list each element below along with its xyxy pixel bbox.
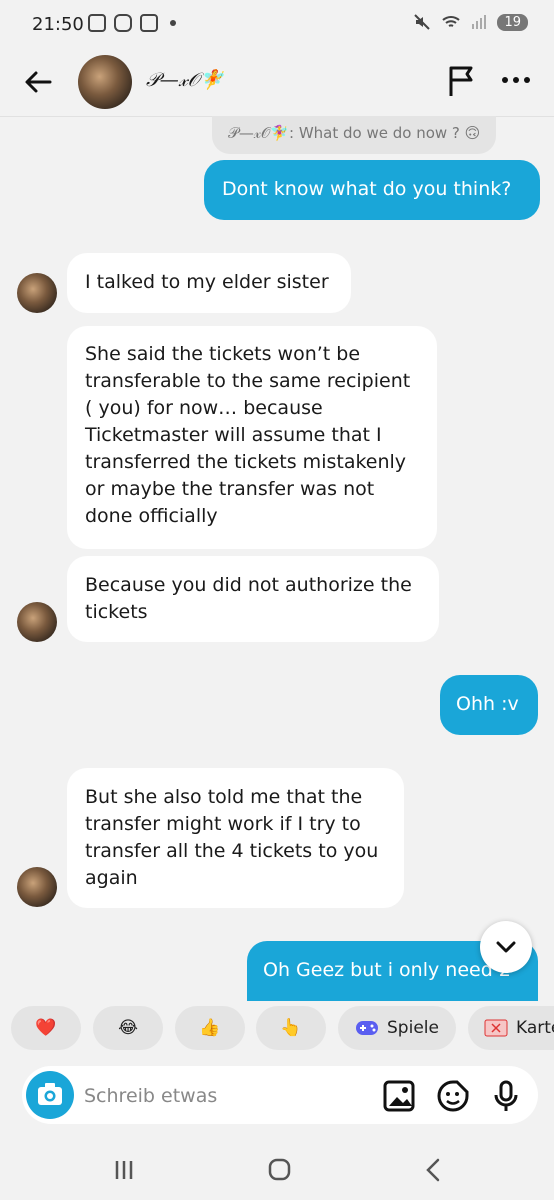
- scroll-down-button[interactable]: [480, 921, 532, 973]
- home-icon[interactable]: [259, 1152, 299, 1188]
- notification-icons: [88, 14, 176, 32]
- games-button[interactable]: Spiele: [338, 1006, 456, 1050]
- instagram-notification-icon: [114, 14, 132, 32]
- message-input[interactable]: [82, 1080, 326, 1112]
- thumbs-up-icon: 👍: [199, 1018, 221, 1038]
- gamepad-icon: [356, 1021, 379, 1035]
- cards-button[interactable]: Karten: [468, 1006, 554, 1050]
- camera-icon: [38, 1083, 62, 1105]
- contact-avatar[interactable]: [78, 55, 132, 109]
- point-up-icon: 👆: [280, 1018, 302, 1038]
- cards-label: Karten: [516, 1018, 554, 1038]
- reply-quote[interactable]: 𝒫—𝓍𝒪🧚‍♀️: What do we do now ? 🙃: [212, 116, 497, 154]
- message-bubble[interactable]: She said the tickets won’t be transferab…: [67, 326, 437, 549]
- wifi-icon: [442, 16, 461, 27]
- games-label: Spiele: [387, 1018, 439, 1038]
- recent-apps-icon[interactable]: [104, 1152, 144, 1188]
- message-bubble[interactable]: I talked to my elder sister: [67, 253, 351, 313]
- thumbs-up-reaction-button[interactable]: 👍: [175, 1006, 245, 1050]
- message-bubble[interactable]: But she also told me that the transfer m…: [67, 768, 404, 908]
- heart-reaction-button[interactable]: ❤️: [11, 1006, 81, 1050]
- quick-reaction-bar: ❤️ 😂 👍 👆 Spiele Karten: [0, 1004, 554, 1054]
- signal-icon: [472, 15, 487, 29]
- flag-icon[interactable]: [446, 64, 478, 98]
- gallery-icon[interactable]: [382, 1079, 416, 1113]
- message-bubble[interactable]: Ohh :v: [440, 675, 538, 735]
- chat-header: 𝒫—𝓍𝒪🧚: [0, 50, 554, 116]
- gift-card-icon: [484, 1019, 508, 1037]
- sender-avatar[interactable]: [17, 602, 57, 642]
- message-composer: [22, 1066, 538, 1124]
- message-bubble[interactable]: Because you did not authorize the ticket…: [67, 556, 439, 642]
- microphone-icon[interactable]: [489, 1079, 523, 1113]
- sticker-icon[interactable]: [436, 1079, 470, 1113]
- more-icon[interactable]: [500, 70, 532, 90]
- laughing-emoji-icon: 😂: [118, 1018, 138, 1038]
- back-button[interactable]: [20, 64, 56, 100]
- camera-button[interactable]: [26, 1071, 74, 1119]
- sender-avatar[interactable]: [17, 273, 57, 313]
- sender-avatar[interactable]: [17, 867, 57, 907]
- laugh-reaction-button[interactable]: 😂: [93, 1006, 163, 1050]
- status-time: 21:50: [32, 14, 84, 35]
- more-notifications-dot-icon: [170, 20, 176, 26]
- gallery-notification-icon: [88, 14, 106, 32]
- status-bar: 21:50 19: [0, 0, 554, 50]
- message-bubble[interactable]: Dont know what do you think?: [204, 160, 540, 220]
- shopping-notification-icon: [140, 14, 158, 32]
- chevron-down-icon: [496, 941, 516, 953]
- contact-name[interactable]: 𝒫—𝓍𝒪🧚: [146, 68, 223, 91]
- mute-icon: [414, 14, 431, 30]
- battery-indicator: 19: [497, 13, 528, 31]
- system-icons: 19: [413, 13, 528, 31]
- back-nav-icon[interactable]: [414, 1152, 454, 1188]
- point-up-reaction-button[interactable]: 👆: [256, 1006, 326, 1050]
- heart-icon: ❤️: [35, 1018, 57, 1038]
- system-navigation-bar: [0, 1140, 554, 1200]
